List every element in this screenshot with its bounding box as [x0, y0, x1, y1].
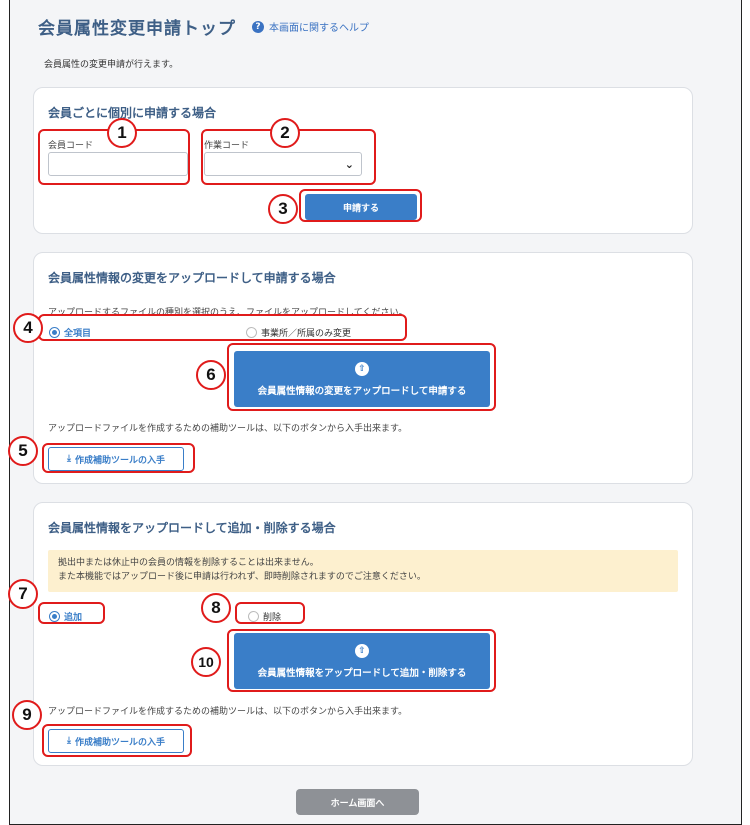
warning-line-1: 拠出中または休止中の会員の情報を削除することは出来ません。 [58, 558, 319, 568]
callout-7: 7 [8, 579, 38, 609]
help-link[interactable]: ? 本画面に関するヘルプ [252, 19, 369, 34]
annotation-box-10 [227, 629, 496, 692]
individual-heading: 会員ごとに個別に申請する場合 [48, 106, 217, 120]
annotation-box-4 [38, 314, 407, 341]
callout-6: 6 [196, 360, 226, 390]
upload-add-delete-heading: 会員属性情報をアップロードして追加・削除する場合 [48, 521, 336, 535]
annotation-box-5 [42, 443, 195, 473]
callout-9: 9 [12, 700, 42, 730]
callout-10: 10 [191, 647, 221, 677]
annotation-box-7 [38, 602, 105, 624]
callout-3: 3 [268, 194, 298, 224]
warning-line-2: また本機能ではアップロード後に申請は行われず、即時削除されますのでご注意ください… [58, 572, 426, 582]
upload-change-tool-note: アップロードファイルを作成するための補助ツールは、以下のボタンから入手出来ます。 [48, 424, 408, 434]
callout-8: 8 [201, 593, 231, 623]
warning-box: 拠出中または休止中の会員の情報を削除することは出来ません。 また本機能ではアップ… [48, 550, 678, 592]
page-title: 会員属性変更申請トップ [38, 19, 236, 39]
home-button[interactable]: ホーム画面へ [296, 789, 419, 815]
help-link-label: 本画面に関するヘルプ [269, 23, 369, 34]
upload-change-heading: 会員属性情報の変更をアップロードして申請する場合 [48, 271, 336, 285]
annotation-box-8 [235, 602, 305, 624]
callout-4: 4 [13, 313, 43, 343]
callout-5: 5 [8, 436, 38, 466]
callout-1: 1 [107, 118, 137, 148]
annotation-box-9 [42, 724, 192, 757]
annotation-box-3 [299, 189, 422, 222]
annotation-box-6 [227, 343, 496, 411]
question-circle-icon: ? [252, 20, 264, 33]
upload-add-delete-tool-note: アップロードファイルを作成するための補助ツールは、以下のボタンから入手出来ます。 [48, 707, 408, 717]
callout-2: 2 [270, 118, 300, 148]
page-description: 会員属性の変更申請が行えます。 [44, 60, 179, 70]
